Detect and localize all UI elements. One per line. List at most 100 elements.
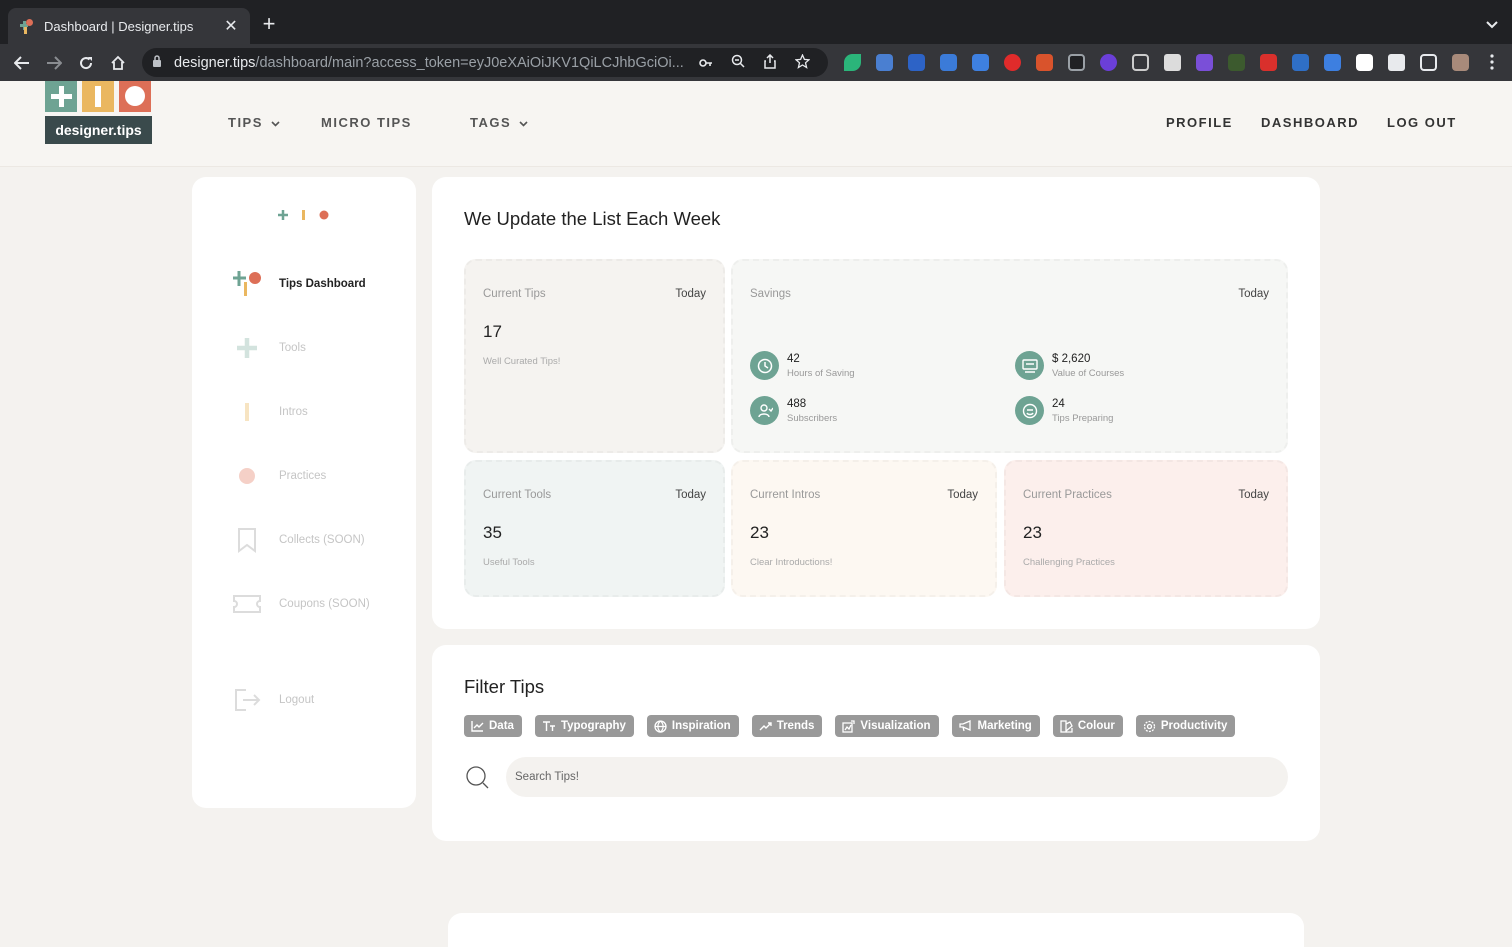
key-icon[interactable] xyxy=(690,55,722,71)
pinterest-icon[interactable] xyxy=(996,52,1028,72)
search-icon[interactable] xyxy=(466,766,490,790)
nav-log-out[interactable]: LOG OUT xyxy=(1387,115,1457,130)
nav-tips[interactable]: TIPS xyxy=(228,115,280,130)
sidebar-item-collects[interactable]: Collects (SOON) xyxy=(232,526,365,554)
browser-menu-icon[interactable] xyxy=(1476,52,1508,72)
sidebar-item-practices[interactable]: Practices xyxy=(232,462,326,490)
gear-icon xyxy=(1143,720,1156,732)
card-current-tips[interactable]: Current Tips Today 17 Well Curated Tips! xyxy=(464,259,725,453)
reload-button[interactable] xyxy=(70,47,102,79)
sidebar-item-label: Practices xyxy=(279,470,327,482)
home-button[interactable] xyxy=(102,47,134,79)
sidebar-item-coupons[interactable]: Coupons (SOON) xyxy=(232,590,370,618)
clock-icon xyxy=(750,351,779,380)
next-panel xyxy=(448,913,1304,947)
extension-icon[interactable] xyxy=(1252,52,1284,72)
card-savings: Savings Today 42 Hours of Saving $ 2,620 V… xyxy=(731,259,1288,453)
extension-icon[interactable] xyxy=(1284,52,1316,72)
tab-title: Dashboard | Designer.tips xyxy=(44,18,194,34)
extension-icon[interactable] xyxy=(932,52,964,72)
course-icon xyxy=(1015,351,1044,380)
stat-label: Value of Courses xyxy=(1052,367,1125,379)
extension-icon[interactable] xyxy=(1028,52,1060,72)
filter-panel: Filter Tips Data Typography Inspiration … xyxy=(432,645,1320,841)
browser-tab[interactable]: Dashboard | Designer.tips ✕ xyxy=(8,8,250,44)
extension-icon[interactable] xyxy=(1220,52,1252,72)
bookmark-icon xyxy=(232,526,262,554)
sidebar-item-logout[interactable]: Logout xyxy=(232,686,314,714)
card-current-intros[interactable]: Current Intros Today 23 Clear Introducti… xyxy=(731,460,997,597)
filter-panel-title: Filter Tips xyxy=(464,676,545,697)
card-current-practices[interactable]: Current Practices Today 23 Challenging P… xyxy=(1004,460,1288,597)
card-current-tools[interactable]: Current Tools Today 35 Useful Tools xyxy=(464,460,725,597)
card-period: Today xyxy=(1238,489,1269,501)
bar-icon xyxy=(232,398,262,426)
stats-panel-title: We Update the List Each Week xyxy=(464,208,721,229)
notion-icon[interactable] xyxy=(1348,52,1380,72)
brand-mark-icon xyxy=(278,210,329,220)
chevron-down-icon xyxy=(271,121,280,127)
browser-toolbar: designer.tips/dashboard/main?access_toke… xyxy=(0,44,1512,81)
profile-avatar[interactable] xyxy=(1444,52,1476,72)
extension-icon[interactable] xyxy=(900,52,932,72)
sidebar-item-tips-dashboard[interactable]: Tips Dashboard xyxy=(232,270,366,298)
site-logo-text[interactable]: designer.tips xyxy=(45,116,152,144)
sidebar-item-label: Collects (SOON) xyxy=(279,534,365,546)
forward-button[interactable] xyxy=(38,47,70,79)
megaphone-icon xyxy=(958,720,971,732)
extension-icon[interactable] xyxy=(836,52,868,72)
site-logo-icon[interactable] xyxy=(45,81,151,112)
tag-inspiration[interactable]: Inspiration xyxy=(646,715,739,737)
stat-label: Subscribers xyxy=(787,412,838,424)
extension-icon[interactable] xyxy=(1188,52,1220,72)
stat-subscribers: 488 Subscribers xyxy=(750,396,837,425)
bookmark-star-icon[interactable] xyxy=(786,52,818,72)
tab-search-chevron-icon[interactable] xyxy=(1486,16,1498,32)
card-value: 17 xyxy=(483,322,502,341)
nav-dashboard[interactable]: DASHBOARD xyxy=(1261,115,1359,130)
nav-profile[interactable]: PROFILE xyxy=(1166,115,1233,130)
nav-tags[interactable]: TAGS xyxy=(470,115,528,130)
extension-icon[interactable] xyxy=(1124,52,1156,72)
sidebar-item-tools[interactable]: Tools xyxy=(232,334,306,362)
tag-visualization[interactable]: Visualization xyxy=(835,715,939,737)
tag-data[interactable]: Data xyxy=(464,715,522,737)
chart-icon xyxy=(471,721,484,732)
extension-icon[interactable] xyxy=(1092,52,1124,72)
tag-marketing[interactable]: Marketing xyxy=(951,715,1040,737)
tag-typography[interactable]: Typography xyxy=(534,715,634,737)
search-input[interactable] xyxy=(506,757,1288,797)
extensions-bar xyxy=(836,52,1508,72)
extension-icon[interactable] xyxy=(1156,52,1188,72)
address-bar[interactable]: designer.tips/dashboard/main?access_toke… xyxy=(142,48,828,77)
puzzle-icon[interactable] xyxy=(1380,52,1412,72)
extension-icon[interactable] xyxy=(1060,52,1092,72)
share-icon[interactable] xyxy=(754,53,786,72)
zoom-icon[interactable] xyxy=(722,54,754,71)
visualization-icon xyxy=(842,719,856,733)
chevron-down-icon xyxy=(519,121,528,127)
plus-icon xyxy=(232,334,262,362)
tips-logo-icon xyxy=(232,270,262,298)
stat-tips-preparing: 24 Tips Preparing xyxy=(1015,396,1113,425)
tag-productivity[interactable]: Productivity xyxy=(1135,715,1236,737)
close-tab-icon[interactable]: ✕ xyxy=(222,16,240,36)
tag-colour[interactable]: Colour xyxy=(1052,715,1123,737)
new-tab-button[interactable]: + xyxy=(258,13,280,36)
stat-value: 42 xyxy=(787,352,800,365)
nav-micro-tips[interactable]: MICRO TIPS xyxy=(321,115,412,130)
site-header: designer.tips TIPS MICRO TIPS TAGS PROFI… xyxy=(0,81,1512,167)
sidepanel-icon[interactable] xyxy=(1412,52,1444,72)
preparing-icon xyxy=(1015,396,1044,425)
logout-icon xyxy=(232,686,262,714)
card-label: Current Intros xyxy=(750,489,821,501)
sidebar-item-intros[interactable]: Intros xyxy=(232,398,308,426)
card-period: Today xyxy=(947,489,978,501)
card-subtitle: Well Curated Tips! xyxy=(483,356,561,367)
extension-icon[interactable] xyxy=(964,52,996,72)
user-icon xyxy=(750,396,779,425)
back-button[interactable] xyxy=(6,47,38,79)
tag-trends[interactable]: Trends xyxy=(751,715,823,737)
extension-icon[interactable] xyxy=(868,52,900,72)
download-icon[interactable] xyxy=(1316,52,1348,72)
